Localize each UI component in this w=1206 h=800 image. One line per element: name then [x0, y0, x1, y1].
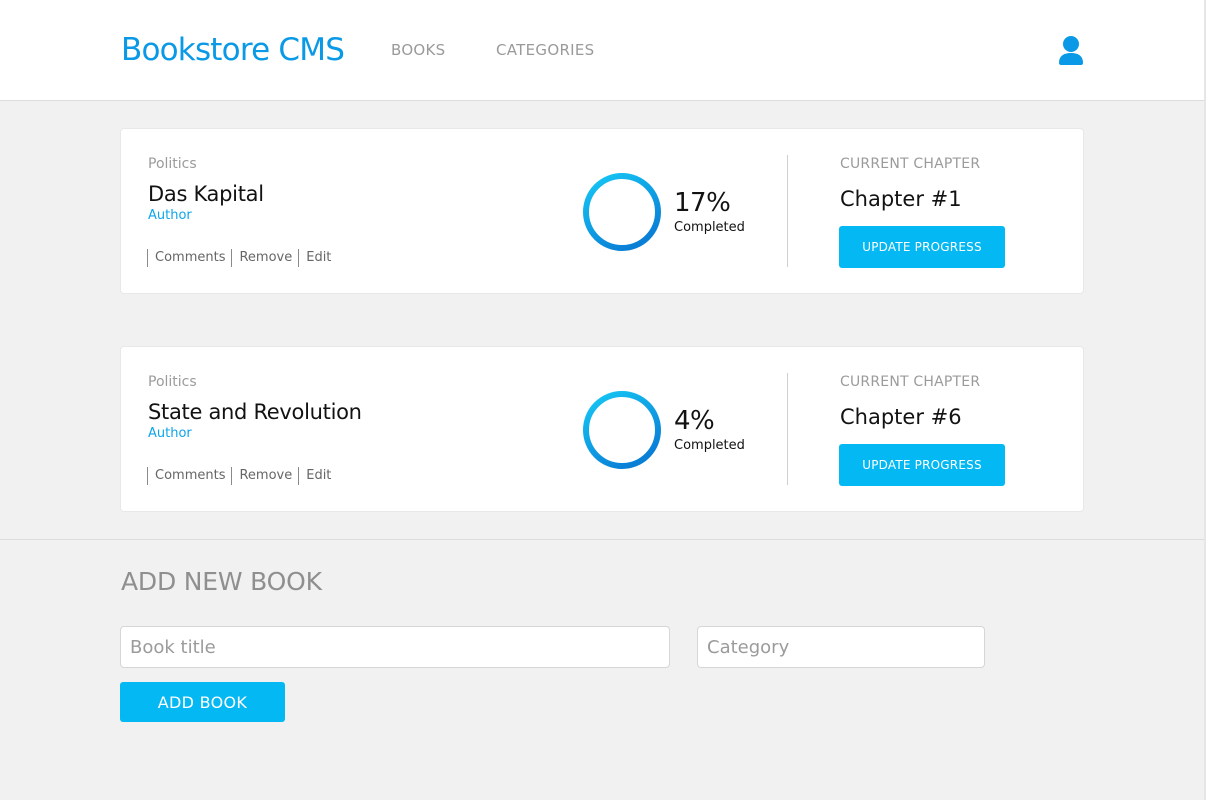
remove-button[interactable]: Remove — [231, 467, 298, 485]
progress-percent: 4% — [674, 406, 715, 436]
book-title: Das Kapital — [148, 182, 264, 206]
book-author-link[interactable]: Author — [148, 426, 192, 442]
update-progress-button[interactable]: UPDATE PROGRESS — [839, 444, 1005, 486]
book-actions: Comments Remove Edit — [147, 249, 337, 267]
current-chapter-label: CURRENT CHAPTER — [840, 374, 981, 390]
nav-books-link[interactable]: BOOKS — [391, 41, 446, 59]
category-input[interactable] — [697, 626, 985, 668]
comments-button[interactable]: Comments — [147, 249, 231, 267]
section-divider — [0, 539, 1204, 540]
progress-ring — [583, 391, 661, 469]
comments-button[interactable]: Comments — [147, 467, 231, 485]
current-chapter-label: CURRENT CHAPTER — [840, 156, 981, 172]
edit-button[interactable]: Edit — [298, 467, 337, 485]
book-card: Politics State and Revolution Author Com… — [120, 346, 1084, 512]
edit-button[interactable]: Edit — [298, 249, 337, 267]
card-divider — [787, 155, 788, 267]
current-chapter: Chapter #6 — [840, 405, 962, 429]
nav-categories-link[interactable]: CATEGORIES — [496, 41, 595, 59]
book-genre: Politics — [148, 156, 197, 172]
brand-logo-text[interactable]: Bookstore CMS — [121, 30, 345, 70]
card-divider — [787, 373, 788, 485]
progress-ring — [583, 173, 661, 251]
user-icon[interactable] — [1056, 34, 1086, 66]
progress-completed-label: Completed — [674, 438, 745, 453]
book-title-input[interactable] — [120, 626, 670, 668]
current-chapter: Chapter #1 — [840, 187, 962, 211]
remove-button[interactable]: Remove — [231, 249, 298, 267]
book-author-link[interactable]: Author — [148, 208, 192, 224]
update-progress-button[interactable]: UPDATE PROGRESS — [839, 226, 1005, 268]
top-bar: Bookstore CMS BOOKS CATEGORIES — [0, 0, 1204, 101]
add-book-heading: ADD NEW BOOK — [121, 567, 322, 596]
progress-percent: 17% — [674, 188, 731, 218]
book-genre: Politics — [148, 374, 197, 390]
book-title: State and Revolution — [148, 400, 362, 424]
progress-completed-label: Completed — [674, 220, 745, 235]
book-actions: Comments Remove Edit — [147, 467, 337, 485]
add-book-button[interactable]: ADD BOOK — [120, 682, 285, 722]
book-card: Politics Das Kapital Author Comments Rem… — [120, 128, 1084, 294]
